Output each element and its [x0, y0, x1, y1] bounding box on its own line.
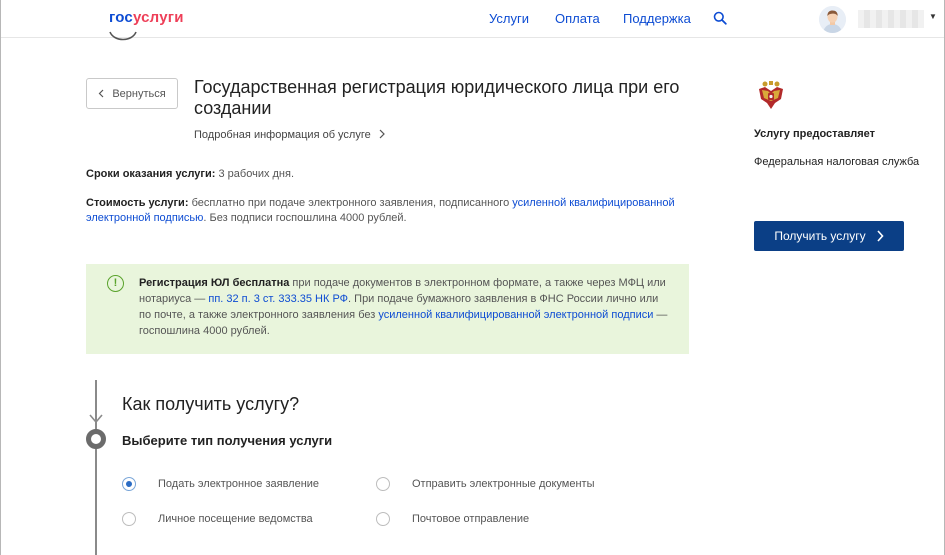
notice-text: Регистрация ЮЛ бесплатна при подаче доку… — [139, 275, 669, 339]
radio-electronic-application[interactable] — [122, 477, 136, 491]
provider-name: Федеральная налоговая служба — [754, 156, 920, 168]
exclamation-circle-icon: ! — [107, 275, 124, 292]
arrow-down-icon — [89, 414, 103, 424]
notice-signature-link[interactable]: усиленной квалифицированной электронной … — [378, 309, 653, 321]
scrolled-emblem-arc — [109, 31, 137, 41]
caret-down-icon[interactable]: ▼ — [929, 12, 937, 21]
russian-coat-of-arms-icon — [759, 81, 783, 109]
user-avatar[interactable] — [819, 6, 846, 33]
chevron-left-icon — [98, 89, 104, 98]
cost-text: бесплатно при подаче электронного заявле… — [191, 197, 510, 209]
terms-value: 3 рабочих дня. — [218, 168, 295, 180]
back-button-label: Вернуться — [112, 87, 166, 100]
how-to-title: Как получить услугу? — [122, 394, 300, 414]
cost-label: Стоимость услуги: — [86, 197, 189, 209]
chevron-right-icon — [379, 129, 385, 139]
top-header: госуслуги Услуги Оплата Поддержка ▼ — [1, 0, 944, 38]
chevron-right-icon — [877, 230, 884, 242]
step-marker — [86, 429, 106, 449]
gosuslugi-logo[interactable]: госуслуги — [109, 9, 184, 26]
search-icon[interactable] — [713, 11, 727, 25]
radio-label-electronic-application[interactable]: Подать электронное заявление — [158, 478, 319, 490]
back-button[interactable]: Вернуться — [86, 78, 178, 109]
terms-label: Сроки оказания услуги: — [86, 168, 216, 180]
nav-services[interactable]: Услуги — [489, 11, 529, 26]
get-service-button[interactable]: Получить услугу — [754, 221, 904, 251]
free-registration-notice: ! Регистрация ЮЛ бесплатна при подаче до… — [86, 264, 689, 354]
radio-send-electronic-documents[interactable] — [376, 477, 390, 491]
timeline-line — [95, 380, 97, 555]
username-redacted[interactable] — [858, 10, 924, 28]
radio-postal-delivery[interactable] — [376, 512, 390, 526]
notice-bold: Регистрация ЮЛ бесплатна — [139, 277, 290, 289]
more-info-link[interactable]: Подробная информация об услуге — [194, 129, 386, 141]
radio-label-send-electronic-documents[interactable]: Отправить электронные документы — [412, 478, 595, 490]
radio-label-postal-delivery[interactable]: Почтовое отправление — [412, 513, 529, 525]
step-title: Выберите тип получения услуги — [122, 433, 333, 448]
service-terms: Сроки оказания услуги: 3 рабочих дня. — [86, 167, 686, 182]
provider-heading: Услугу предоставляет — [754, 128, 876, 140]
radio-personal-visit[interactable] — [122, 512, 136, 526]
logo-part-uslugi: услуги — [132, 9, 184, 26]
more-info-label: Подробная информация об услуге — [194, 129, 371, 141]
get-service-label: Получить услугу — [774, 229, 866, 243]
service-cost: Стоимость услуги: бесплатно при подаче э… — [86, 196, 686, 226]
logo-part-gos: гос — [109, 9, 133, 26]
page-title: Государственная регистрация юридического… — [194, 77, 680, 118]
notice-law-link[interactable]: пп. 32 п. 3 ст. 333.35 НК РФ — [208, 293, 348, 305]
nav-support[interactable]: Поддержка — [623, 11, 691, 26]
nav-payment[interactable]: Оплата — [555, 11, 600, 26]
radio-label-personal-visit[interactable]: Личное посещение ведомства — [158, 513, 313, 525]
cost-text-after: . Без подписи госпошлина 4000 рублей. — [203, 212, 407, 224]
